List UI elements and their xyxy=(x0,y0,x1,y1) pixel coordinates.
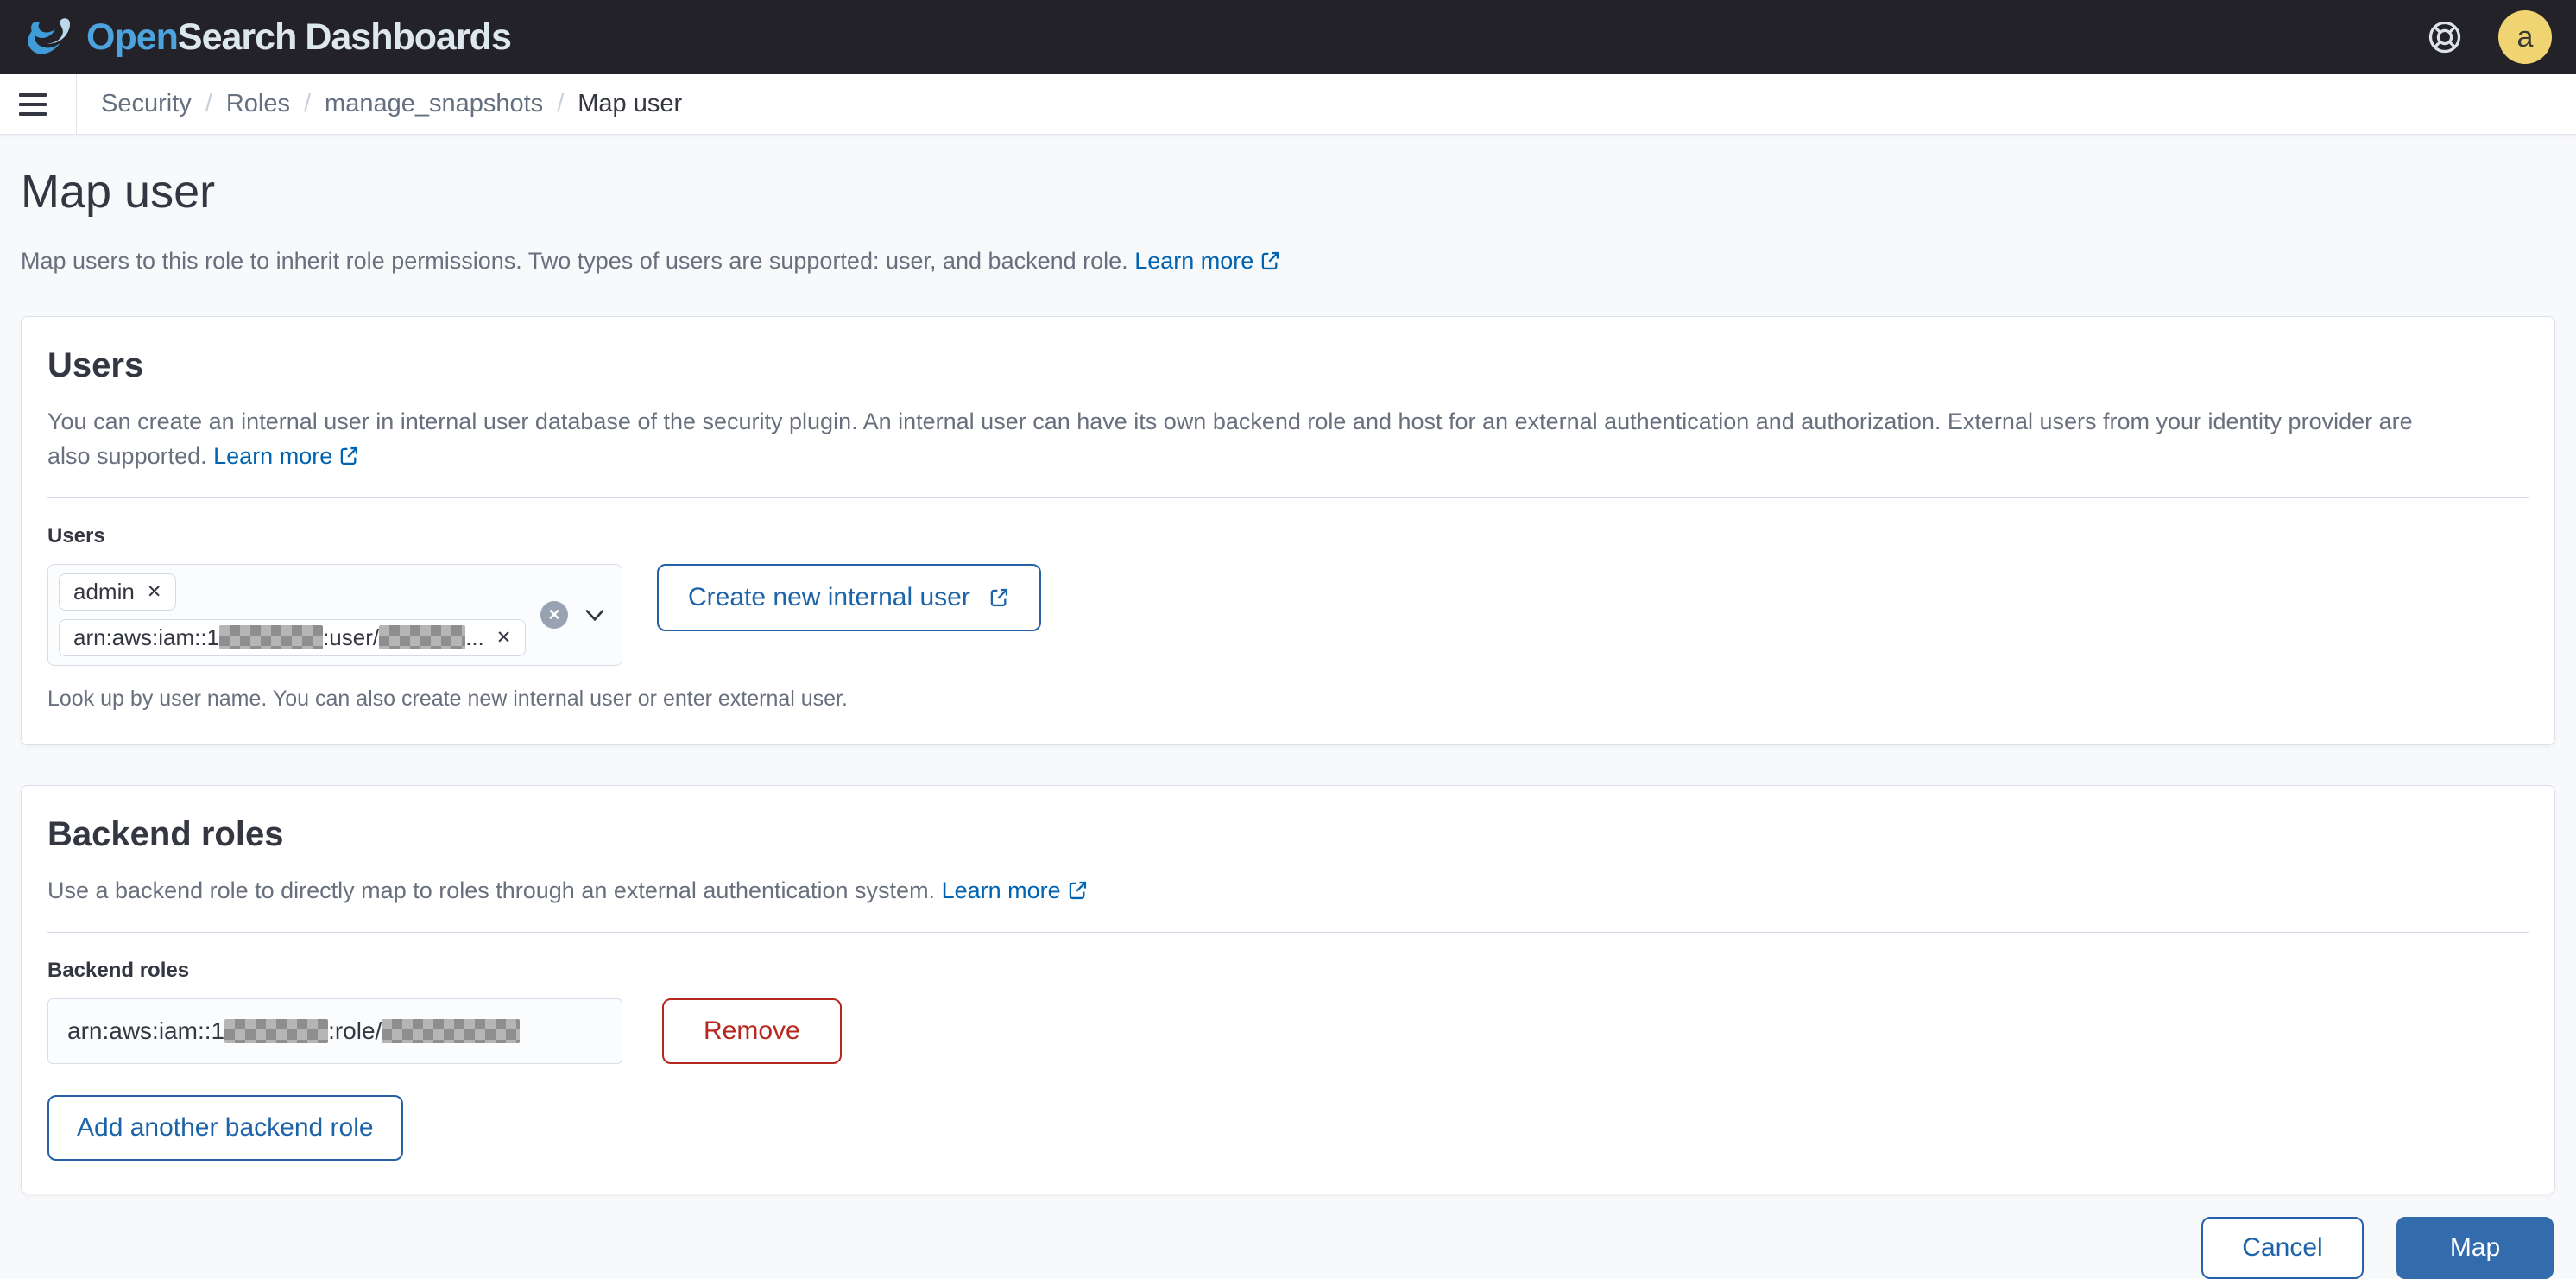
users-panel: Users You can create an internal user in… xyxy=(21,316,2555,745)
breadcrumb-bar: Security / Roles / manage_snapshots / Ma… xyxy=(0,73,2576,135)
external-link-icon xyxy=(1262,251,1279,270)
users-field-label: Users xyxy=(47,524,105,548)
breadcrumb-manage-snapshots[interactable]: manage_snapshots xyxy=(325,90,543,118)
breadcrumb-separator: / xyxy=(205,90,212,117)
menu-hamburger-icon[interactable] xyxy=(19,92,67,116)
create-new-internal-user-button[interactable]: Create new internal user xyxy=(657,564,1041,631)
chevron-down-icon[interactable] xyxy=(582,602,608,628)
remove-backend-role-button[interactable]: Remove xyxy=(662,998,842,1064)
logo-word-search: Search xyxy=(177,16,297,58)
form-actions: Cancel Map xyxy=(21,1217,2555,1279)
backend-roles-description: Use a backend role to directly map to ro… xyxy=(47,873,2529,908)
page-description: Map users to this role to inherit role p… xyxy=(21,245,2555,276)
users-panel-title: Users xyxy=(47,346,144,384)
breadcrumb-roles[interactable]: Roles xyxy=(226,90,290,118)
external-link-icon xyxy=(1069,881,1086,900)
redacted-account-id xyxy=(219,625,324,649)
remove-admin-pill-icon[interactable]: ✕ xyxy=(147,583,162,601)
cancel-button[interactable]: Cancel xyxy=(2201,1217,2364,1279)
opensearch-logo: OpenSearch Dashboards xyxy=(24,13,512,61)
opensearch-logo-icon xyxy=(28,18,71,54)
avatar-letter: a xyxy=(2516,20,2534,54)
page-title: Map user xyxy=(21,166,216,218)
redacted-role-name xyxy=(382,1019,521,1043)
user-avatar[interactable]: a xyxy=(2498,10,2552,64)
divider xyxy=(76,73,77,135)
redacted-user-name xyxy=(379,625,466,649)
divider xyxy=(47,497,2529,498)
users-combo-box[interactable]: admin ✕ arn:aws:iam::1:user/... ✕ ✕ xyxy=(47,564,622,666)
external-link-icon xyxy=(990,588,1007,607)
help-lifebuoy-icon[interactable] xyxy=(2426,18,2464,56)
user-pill-arn: arn:aws:iam::1:user/... ✕ xyxy=(59,619,527,656)
backend-roles-panel: Backend roles Use a backend role to dire… xyxy=(21,785,2555,1194)
backend-roles-panel-title: Backend roles xyxy=(47,815,284,853)
add-another-backend-role-button[interactable]: Add another backend role xyxy=(47,1095,403,1161)
breadcrumb-separator: / xyxy=(303,90,312,117)
backend-learn-more-link[interactable]: Learn more xyxy=(942,877,1089,903)
remove-arn-pill-icon[interactable]: ✕ xyxy=(496,629,512,647)
divider xyxy=(47,932,2529,933)
breadcrumb: Security / Roles / manage_snapshots / Ma… xyxy=(101,90,682,118)
users-panel-description: You can create an internal user in inter… xyxy=(47,408,2413,469)
breadcrumb-current: Map user xyxy=(578,90,683,117)
users-help-text: Look up by user name. You can also creat… xyxy=(47,687,848,711)
logo-word-open: Open xyxy=(86,16,179,58)
page-learn-more-link[interactable]: Learn more xyxy=(1134,248,1281,274)
external-link-icon xyxy=(340,446,358,465)
clear-all-icon[interactable]: ✕ xyxy=(540,601,568,629)
user-pill-admin: admin ✕ xyxy=(59,573,177,611)
redacted-account-id xyxy=(224,1019,329,1043)
backend-roles-field-label: Backend roles xyxy=(47,959,190,982)
backend-role-input[interactable]: arn:aws:iam::1:role/ xyxy=(47,998,622,1064)
breadcrumb-security[interactable]: Security xyxy=(101,90,192,118)
page-content: Map user Map users to this role to inher… xyxy=(0,135,2576,1279)
users-learn-more-link[interactable]: Learn more xyxy=(213,443,360,469)
logo-word-dashboards: Dashboards xyxy=(305,16,512,58)
breadcrumb-separator: / xyxy=(557,90,565,117)
top-navigation-bar: OpenSearch Dashboards a xyxy=(0,0,2576,74)
map-button[interactable]: Map xyxy=(2396,1217,2554,1279)
